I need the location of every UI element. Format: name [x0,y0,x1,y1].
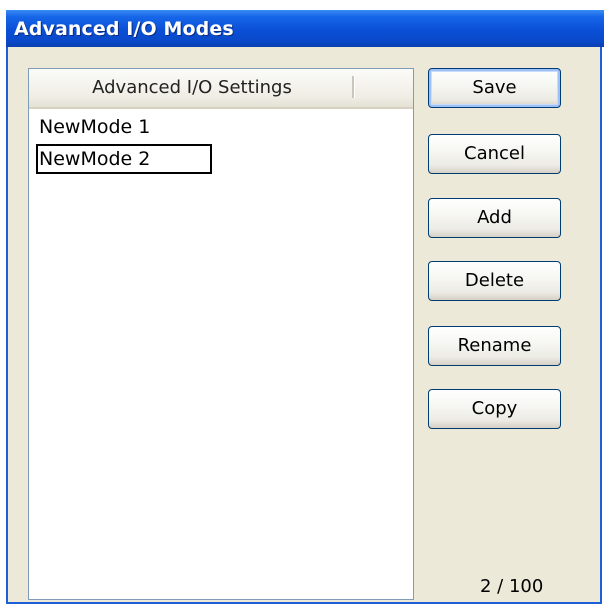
list-item-selected[interactable]: NewMode 2 [36,144,212,174]
column-separator[interactable] [352,76,355,98]
title-bar[interactable]: Advanced I/O Modes [6,10,604,47]
settings-list[interactable]: Advanced I/O Settings NewMode 1 NewMode … [28,68,414,600]
dialog-window: Advanced I/O Modes Advanced I/O Settings… [6,10,604,604]
copy-button[interactable]: Copy [428,389,561,429]
mode-count: 2 / 100 [480,576,544,597]
list-header: Advanced I/O Settings [29,69,413,109]
column-header-settings[interactable]: Advanced I/O Settings [29,69,355,107]
add-button[interactable]: Add [428,198,561,238]
list-item[interactable]: NewMode 1 [36,112,212,142]
window-title: Advanced I/O Modes [14,18,234,40]
save-button[interactable]: Save [428,68,561,108]
cancel-button[interactable]: Cancel [428,134,561,174]
rename-button[interactable]: Rename [428,326,561,366]
delete-button[interactable]: Delete [428,261,561,301]
